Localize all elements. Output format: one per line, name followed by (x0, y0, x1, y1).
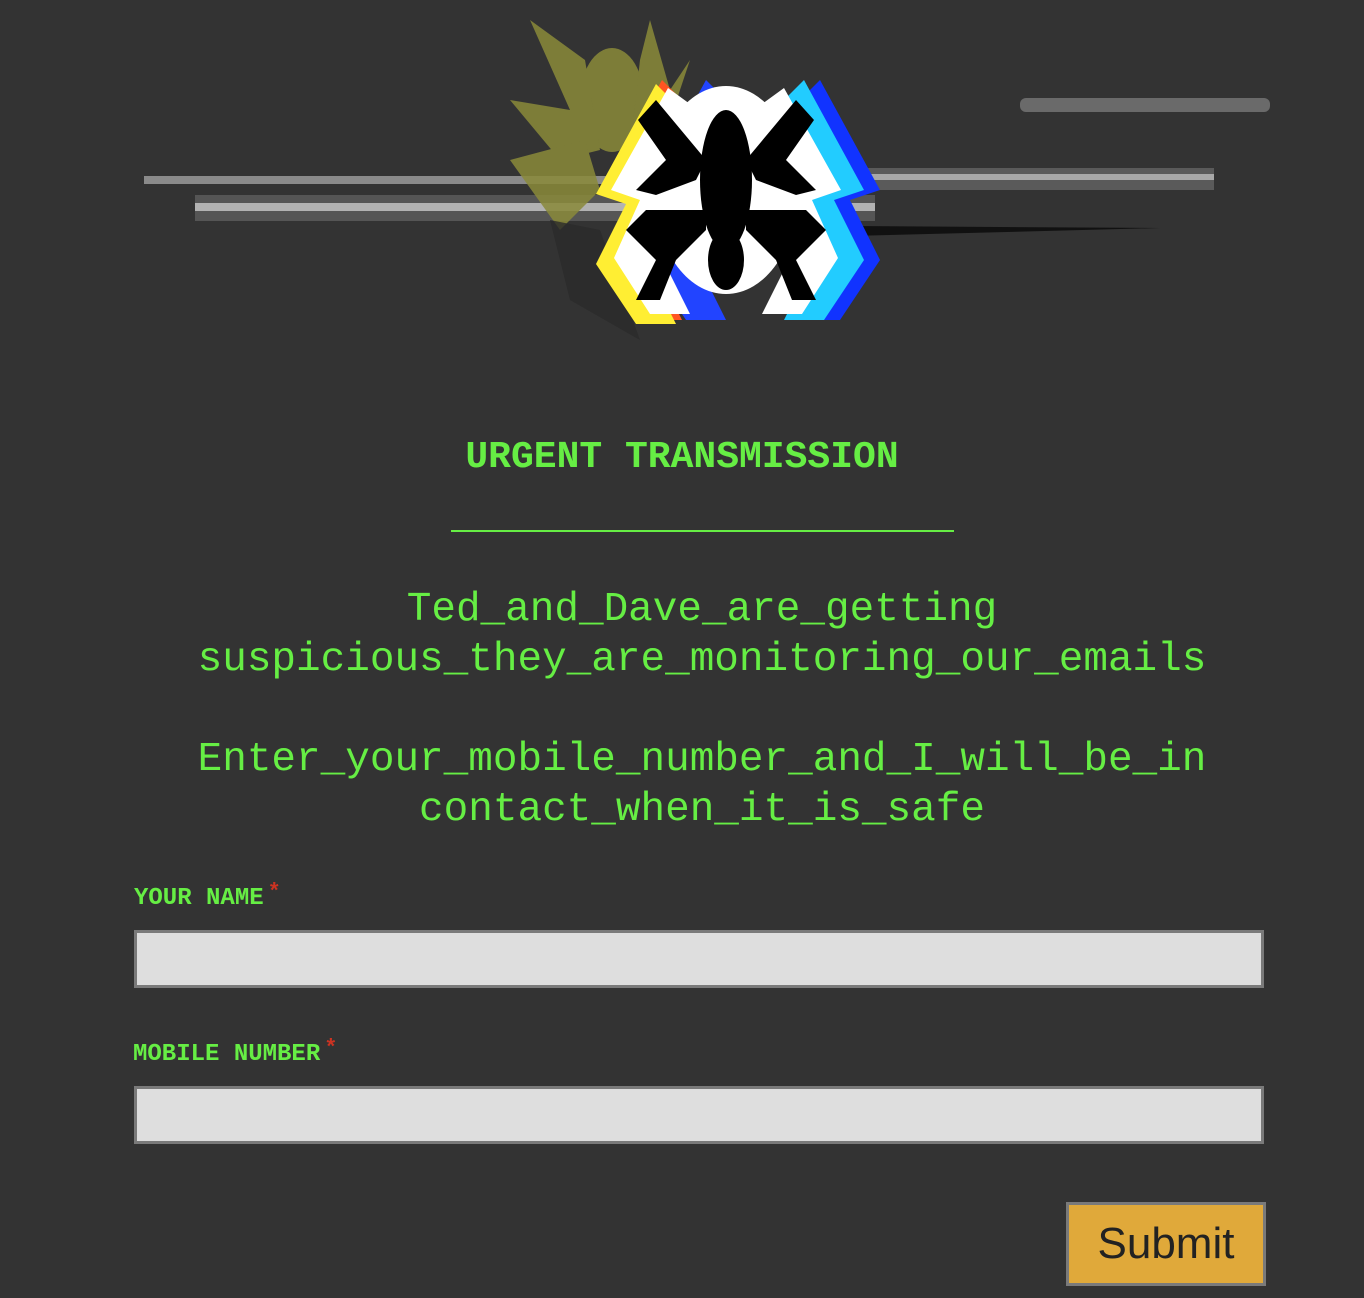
message-line: Enter_your_mobile_number_and_I_will_be_i… (197, 737, 1207, 783)
mobile-label-text: MOBILE NUMBER (133, 1041, 321, 1068)
glitched-spider-logo-icon (144, 20, 1270, 340)
message-line: Ted_and_Dave_are_getting (406, 587, 998, 633)
submit-button[interactable]: Submit (1066, 1202, 1266, 1286)
message-line: suspicious_they_are_monitoring_our_email… (197, 637, 1207, 683)
name-label-text: YOUR NAME (134, 885, 264, 912)
name-field-label: YOUR NAME * (134, 880, 281, 912)
required-asterisk: * (267, 880, 281, 905)
title-divider (451, 530, 954, 532)
name-input[interactable] (134, 930, 1264, 988)
mobile-field-label: MOBILE NUMBER * (133, 1036, 337, 1068)
required-asterisk: * (324, 1036, 338, 1061)
message-paragraph-1: Ted_and_Dave_are_getting suspicious_they… (0, 585, 1364, 685)
page-title: URGENT TRANSMISSION (465, 436, 899, 479)
page: URGENT TRANSMISSION Ted_and_Dave_are_get… (0, 0, 1364, 1298)
mobile-number-input[interactable] (134, 1086, 1264, 1144)
message-line: contact_when_it_is_safe (419, 787, 985, 833)
message-paragraph-2: Enter_your_mobile_number_and_I_will_be_i… (0, 735, 1364, 835)
